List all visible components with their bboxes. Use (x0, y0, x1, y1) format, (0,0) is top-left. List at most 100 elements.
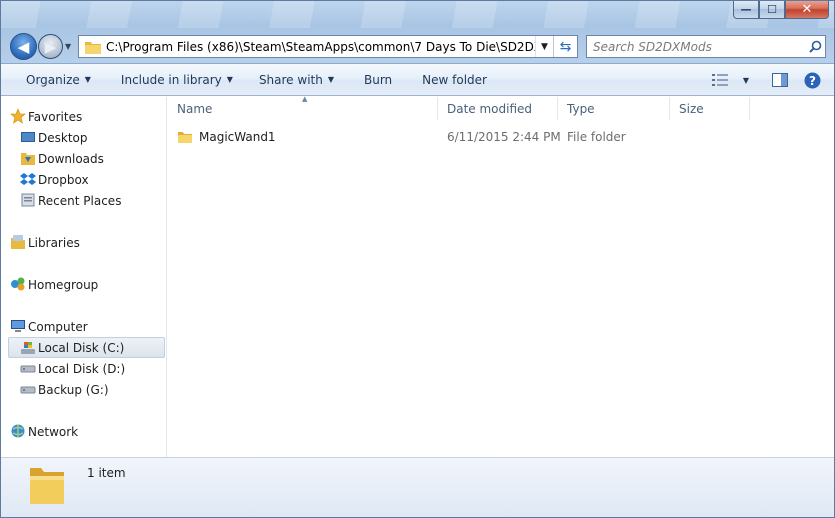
address-path[interactable]: C:\Program Files (x86)\Steam\SteamApps\c… (106, 40, 535, 54)
folder-icon (178, 132, 192, 143)
sidebar-item-local-disk-d[interactable]: Local Disk (D:) (0, 358, 166, 379)
back-button[interactable]: ◀ (10, 33, 37, 60)
sidebar-item-label: Dropbox (38, 172, 89, 187)
refresh-button[interactable]: ⇆ (553, 36, 577, 57)
minimize-button[interactable]: — (733, 0, 759, 19)
sidebar-item-backup-g[interactable]: Backup (G:) (0, 379, 166, 400)
file-row[interactable]: MagicWand1 6/11/2015 2:44 PM File folder (168, 126, 833, 148)
sidebar-item-label: Network (28, 424, 79, 439)
recent-places-icon (21, 193, 35, 207)
sort-ascending-icon: ▲ (302, 95, 308, 103)
item-count: 1 item (87, 466, 126, 480)
maximize-icon: ☐ (767, 2, 777, 16)
chevron-down-icon: ▼ (226, 75, 233, 84)
organize-button[interactable]: Organize ▼ (0, 73, 103, 87)
close-button[interactable]: ✕ (785, 0, 829, 19)
column-header-label: Date modified (447, 101, 533, 116)
folder-icon (85, 41, 101, 54)
sidebar-item-dropbox[interactable]: Dropbox (0, 169, 166, 190)
sidebar-item-label: Local Disk (C:) (38, 340, 125, 355)
search-input[interactable] (593, 39, 805, 54)
address-bar[interactable]: C:\Program Files (x86)\Steam\SteamApps\c… (78, 35, 578, 58)
chevron-down-icon: ▼ (541, 41, 548, 52)
computer-icon (11, 320, 25, 332)
chevron-down-icon: ▼ (742, 75, 750, 85)
column-header-size[interactable]: Size (670, 97, 750, 120)
new-folder-button[interactable]: New folder (404, 73, 499, 87)
sidebar-item-label: Computer (28, 319, 88, 334)
sidebar-item-label: Local Disk (D:) (38, 361, 126, 376)
minimize-icon: — (740, 2, 752, 16)
windows-drive-icon (21, 342, 35, 354)
close-icon: ✕ (801, 1, 813, 17)
sidebar-item-label: Downloads (38, 151, 104, 166)
view-options-dropdown[interactable]: ▼ (739, 69, 753, 91)
sidebar-item-computer[interactable]: Computer (0, 316, 166, 337)
preview-pane-button[interactable] (767, 69, 793, 91)
refresh-icon: ⇆ (559, 38, 572, 55)
column-header-label: Type (567, 101, 595, 116)
maximize-button[interactable]: ☐ (759, 0, 785, 19)
svg-text:?: ? (809, 74, 816, 88)
back-arrow-icon: ◀ (17, 37, 30, 56)
desktop-icon (21, 132, 35, 142)
sidebar-item-label: Homegroup (28, 277, 99, 292)
search-button[interactable] (805, 40, 825, 53)
sidebar-item-network[interactable]: Network (0, 421, 166, 442)
chevron-down-icon: ▼ (65, 42, 72, 51)
file-list: ▲ Name Date modified Type Size MagicWand… (168, 95, 833, 457)
help-icon: ? (804, 72, 820, 88)
help-button[interactable]: ? (799, 69, 825, 91)
sidebar-item-downloads[interactable]: Downloads (0, 148, 166, 169)
column-header-label: Name (177, 101, 213, 116)
command-bar: Organize ▼ Include in library ▼ Share with… (0, 64, 835, 96)
forward-arrow-icon: ▶ (44, 37, 57, 56)
sidebar-item-local-disk-c[interactable]: Local Disk (C:) (8, 337, 165, 358)
sidebar-item-libraries[interactable]: Libraries (0, 232, 166, 253)
recent-pages-dropdown[interactable]: ▼ (65, 42, 71, 51)
hard-drive-icon (20, 386, 36, 394)
include-in-library-button[interactable]: Include in library ▼ (103, 73, 245, 87)
navigation-pane: Favorites Desktop Downloads Dropbox Rece… (0, 97, 167, 457)
sidebar-item-desktop[interactable]: Desktop (0, 127, 166, 148)
preview-pane-icon (772, 73, 788, 87)
change-view-button[interactable] (707, 69, 733, 91)
sidebar-item-label: Favorites (28, 109, 83, 124)
file-name-cell: MagicWand1 (168, 129, 438, 145)
sidebar-item-label: Recent Places (38, 193, 122, 208)
caption-buttons: — ☐ ✕ (733, 0, 829, 19)
libraries-icon (11, 235, 25, 249)
include-in-library-label: Include in library (120, 72, 222, 87)
search-icon (808, 40, 821, 53)
column-header-label: Size (679, 101, 704, 116)
file-date-cell: 6/11/2015 2:44 PM (447, 130, 561, 144)
navigation-buttons: ◀ ▶ ▼ (10, 33, 71, 60)
sidebar-item-label: Desktop (38, 130, 88, 145)
column-header-type[interactable]: Type (558, 97, 670, 120)
column-header-date-modified[interactable]: Date modified (438, 97, 558, 120)
burn-label: Burn (364, 72, 393, 87)
sidebar-item-label: Libraries (28, 235, 80, 250)
address-dropdown-button[interactable]: ▼ (535, 36, 553, 57)
organize-label: Organize (26, 72, 80, 87)
file-name: MagicWand1 (199, 130, 276, 144)
share-with-button[interactable]: Share with ▼ (245, 73, 346, 87)
chevron-down-icon: ▼ (327, 75, 334, 84)
burn-button[interactable]: Burn (346, 73, 404, 87)
new-folder-label: New folder (422, 72, 487, 87)
dropbox-icon (20, 173, 36, 185)
large-folder-icon (30, 468, 64, 504)
star-icon (10, 108, 26, 124)
forward-button[interactable]: ▶ (38, 34, 63, 59)
sidebar-item-favorites[interactable]: Favorites (0, 106, 166, 127)
sidebar-item-recent-places[interactable]: Recent Places (0, 190, 166, 211)
share-with-label: Share with (258, 72, 323, 87)
sidebar-item-homegroup[interactable]: Homegroup (0, 274, 166, 295)
network-icon (11, 424, 25, 438)
search-box[interactable] (586, 35, 826, 58)
details-view-icon (712, 74, 728, 86)
sidebar-item-label: Backup (G:) (38, 382, 109, 397)
